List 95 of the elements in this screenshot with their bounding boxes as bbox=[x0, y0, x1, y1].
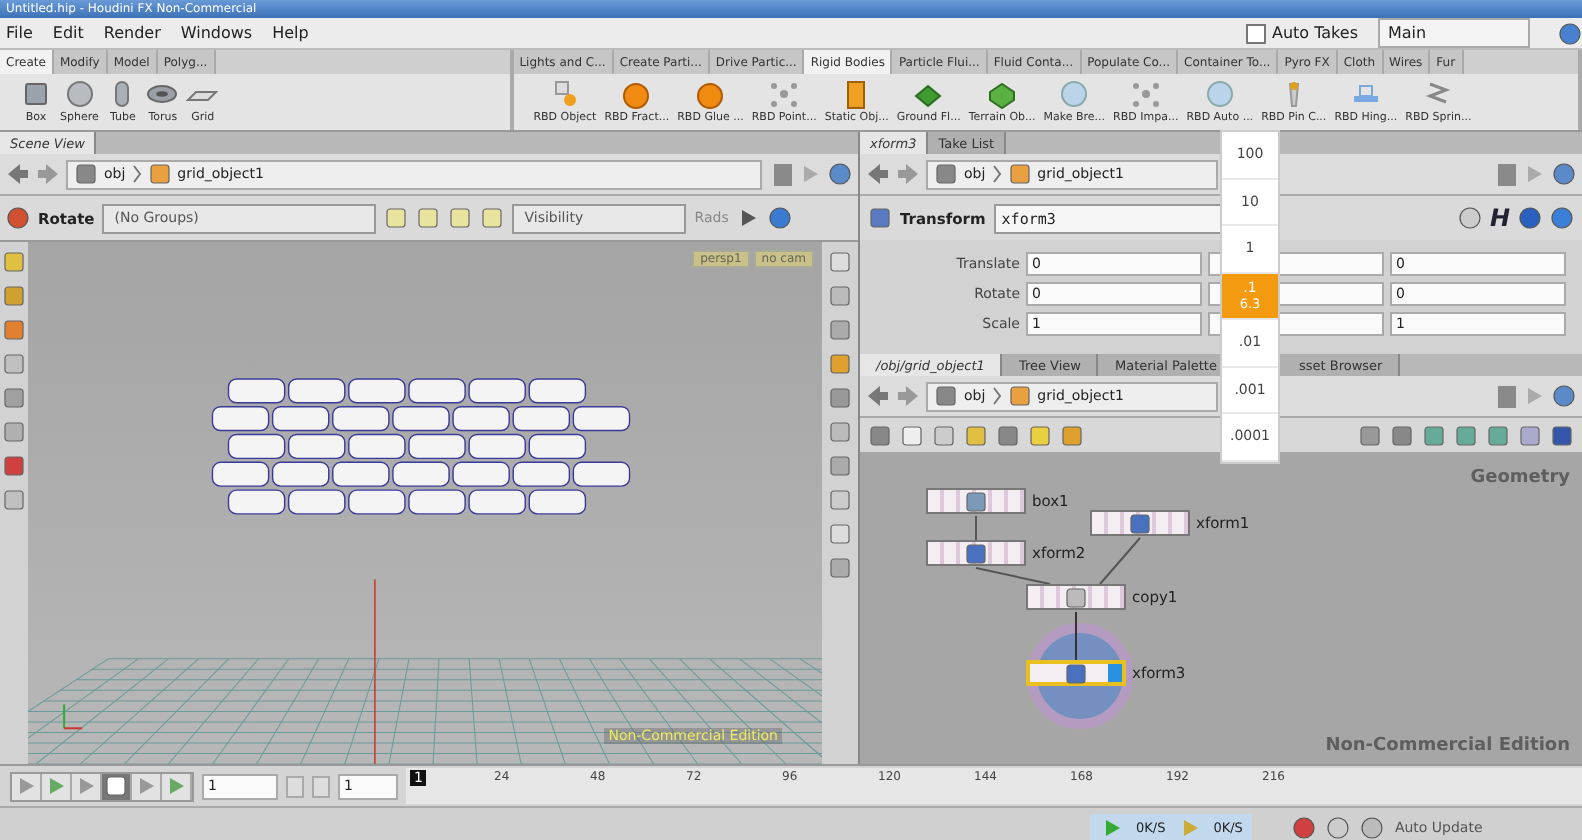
view-tool-icon[interactable] bbox=[828, 318, 852, 342]
node-tile[interactable] bbox=[926, 540, 1026, 566]
tool-icon[interactable] bbox=[2, 386, 26, 410]
network-tool-icon[interactable] bbox=[996, 423, 1020, 447]
back-arrow-icon[interactable] bbox=[866, 162, 890, 186]
xform-node-icon[interactable] bbox=[964, 541, 988, 565]
forward-arrow-icon[interactable] bbox=[36, 162, 60, 186]
layout-icon[interactable] bbox=[1358, 423, 1382, 447]
diamond-icon bbox=[912, 80, 945, 110]
node-tile[interactable] bbox=[1090, 510, 1190, 536]
tool-icon[interactable] bbox=[2, 420, 26, 444]
menu-item[interactable]: Edit bbox=[52, 24, 84, 42]
tool-icon[interactable] bbox=[2, 284, 26, 308]
connection-line bbox=[975, 567, 1051, 585]
tool-icon[interactable] bbox=[2, 352, 26, 376]
network-tool-icon[interactable] bbox=[900, 423, 924, 447]
network-tool-icon[interactable] bbox=[932, 423, 956, 447]
network-tool-icon[interactable] bbox=[868, 423, 892, 447]
tool-icon[interactable] bbox=[2, 318, 26, 342]
view-tool-icon[interactable] bbox=[828, 284, 852, 308]
glass-ball-icon bbox=[1203, 80, 1236, 110]
sphere-icon bbox=[63, 80, 96, 110]
layout-icon[interactable] bbox=[1550, 423, 1574, 447]
menu-item[interactable]: File bbox=[6, 24, 33, 42]
tool-icon[interactable] bbox=[2, 250, 26, 274]
forward-arrow-icon[interactable] bbox=[896, 162, 920, 186]
points-icon bbox=[768, 80, 801, 110]
connection-line bbox=[1075, 611, 1077, 661]
axis-gizmo-icon bbox=[63, 703, 84, 730]
connection-line bbox=[975, 515, 977, 541]
view-tool-icon[interactable] bbox=[828, 454, 852, 478]
dropdown-button[interactable] bbox=[1498, 385, 1516, 407]
folder-icon[interactable] bbox=[934, 384, 958, 408]
chevron-icon bbox=[991, 162, 1002, 186]
transform-icon[interactable] bbox=[868, 206, 892, 230]
layout-icon[interactable] bbox=[1518, 423, 1542, 447]
node-icon[interactable] bbox=[1007, 384, 1032, 408]
view-tool-icon[interactable] bbox=[828, 488, 852, 512]
hotkey-button[interactable]: H bbox=[1489, 204, 1510, 232]
layout-icon[interactable] bbox=[1486, 423, 1510, 447]
view-tool-icon[interactable] bbox=[828, 420, 852, 444]
copy-node-icon[interactable] bbox=[1064, 585, 1088, 609]
network-tool-icon[interactable] bbox=[1060, 423, 1084, 447]
back-arrow-icon[interactable] bbox=[866, 384, 890, 408]
view-tool-icon[interactable] bbox=[828, 386, 852, 410]
cube-icon bbox=[20, 80, 52, 110]
menu-item[interactable]: Windows bbox=[180, 24, 253, 42]
selection-mode-icon[interactable] bbox=[384, 206, 409, 230]
selection-mode-icon[interactable] bbox=[416, 206, 441, 230]
folder-icon[interactable] bbox=[934, 162, 958, 186]
node-icon[interactable] bbox=[147, 162, 172, 186]
desktop-dropdown[interactable]: Main bbox=[1378, 18, 1530, 48]
block-icon bbox=[986, 80, 1019, 110]
view-tool-icon[interactable] bbox=[828, 556, 852, 580]
edition-label: Non-Commercial Edition bbox=[1325, 736, 1570, 756]
node-tile[interactable] bbox=[926, 488, 1026, 514]
dropdown-button[interactable] bbox=[1498, 163, 1516, 185]
tool-icon[interactable] bbox=[2, 488, 26, 512]
menu-item[interactable]: Render bbox=[103, 24, 161, 42]
selection-mode-icon[interactable] bbox=[448, 206, 473, 230]
checkbox[interactable] bbox=[1245, 23, 1266, 43]
layout-icon[interactable] bbox=[1454, 423, 1478, 447]
xform-node-icon[interactable] bbox=[1064, 661, 1088, 685]
forward-arrow-icon[interactable] bbox=[896, 384, 920, 408]
connection-line bbox=[1099, 537, 1141, 585]
points-icon bbox=[1129, 80, 1162, 110]
xform-node-icon[interactable] bbox=[1128, 511, 1152, 535]
layout-icon[interactable] bbox=[1390, 423, 1414, 447]
chevron-icon bbox=[131, 162, 142, 186]
network-tool-icon[interactable] bbox=[964, 423, 988, 447]
box-node-icon[interactable] bbox=[964, 489, 988, 513]
layout-icon[interactable] bbox=[1422, 423, 1446, 447]
dropdown-button[interactable] bbox=[774, 163, 792, 185]
minus-button[interactable] bbox=[286, 775, 304, 797]
view-tool-icon[interactable] bbox=[828, 250, 852, 274]
network-tool-icon[interactable] bbox=[1028, 423, 1052, 447]
ball-icon bbox=[694, 80, 727, 110]
node-icon[interactable] bbox=[1007, 162, 1032, 186]
tool-icon[interactable] bbox=[2, 454, 26, 478]
ball-icon bbox=[620, 80, 653, 110]
context-label: Geometry bbox=[1470, 468, 1570, 488]
folder-icon[interactable] bbox=[74, 162, 98, 186]
node-tile[interactable] bbox=[1026, 660, 1126, 686]
menu-item[interactable]: Help bbox=[272, 24, 309, 42]
play-arrow-icon[interactable] bbox=[736, 206, 761, 230]
view-tool-icon[interactable] bbox=[828, 352, 852, 376]
selection-mode-icon[interactable] bbox=[480, 206, 505, 230]
view-tool-icon[interactable] bbox=[828, 522, 852, 546]
plus-button[interactable] bbox=[312, 775, 330, 797]
checkbox-label: Auto Takes bbox=[1271, 24, 1358, 42]
chevron-icon bbox=[991, 384, 1002, 408]
download-arrow-icon[interactable] bbox=[1100, 816, 1124, 840]
glass-ball-icon bbox=[1058, 80, 1091, 110]
back-arrow-icon[interactable] bbox=[6, 162, 30, 186]
node-tile[interactable] bbox=[1026, 584, 1126, 610]
